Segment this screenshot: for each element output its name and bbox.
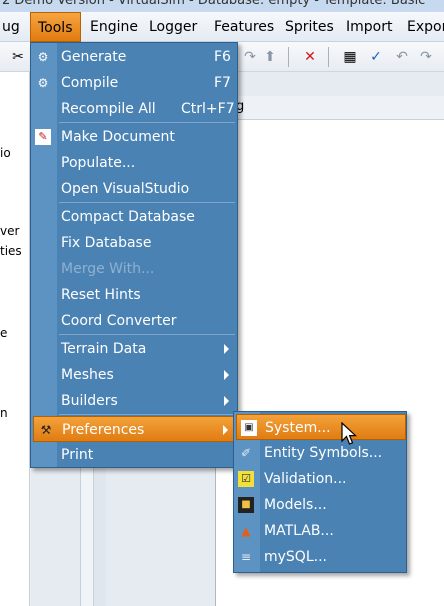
toolbar-separator bbox=[288, 47, 289, 67]
menu-item-label: Fix Database bbox=[61, 235, 152, 251]
menu-item-label: Validation... bbox=[264, 471, 347, 487]
menu-bar: ug Tools Engine Logger Features Sprites … bbox=[0, 12, 444, 42]
document-icon: ✎ bbox=[35, 129, 51, 145]
menu-export[interactable]: Expor bbox=[407, 12, 444, 42]
submenu-arrow-icon bbox=[224, 396, 229, 406]
menu-item-matlab[interactable]: ▲ MATLAB... bbox=[234, 518, 406, 544]
submenu-arrow-icon bbox=[224, 370, 229, 380]
system-icon: ▣ bbox=[241, 420, 257, 436]
entity-symbols-icon: ✐ bbox=[240, 446, 252, 460]
menu-item-label: Generate bbox=[61, 49, 127, 65]
menu-features[interactable]: Features bbox=[214, 12, 274, 42]
menu-item-mysql[interactable]: ≡ mySQL... bbox=[234, 544, 406, 570]
menu-item-reset-hints[interactable]: Reset Hints bbox=[31, 282, 237, 308]
menu-engine[interactable]: Engine bbox=[90, 12, 138, 42]
shortcut-label: Ctrl+F7 bbox=[181, 101, 235, 117]
menu-item-validation[interactable]: ☑ Validation... bbox=[234, 466, 406, 492]
redo-icon[interactable]: ↷ bbox=[416, 47, 436, 67]
mouse-cursor-icon bbox=[341, 422, 358, 445]
menu-item-label: Coord Converter bbox=[61, 313, 177, 329]
menu-item-label: Make Document bbox=[61, 129, 175, 145]
menu-item-recompile-all[interactable]: Recompile All Ctrl+F7 bbox=[31, 96, 237, 122]
menu-item-label: Models... bbox=[264, 497, 327, 513]
undo-icon[interactable]: ↶ bbox=[392, 47, 412, 67]
menu-item-label: Compile bbox=[61, 75, 119, 91]
tools-menu: ⚙ Generate F6 ⚙ Compile F7 Recompile All… bbox=[30, 42, 238, 468]
menu-import[interactable]: Import bbox=[346, 12, 392, 42]
toolbar-separator bbox=[328, 47, 329, 67]
menu-item-label: Merge With... bbox=[61, 261, 155, 277]
menu-separator bbox=[59, 414, 235, 415]
menu-item-meshes[interactable]: Meshes bbox=[31, 362, 237, 388]
matlab-icon: ▲ bbox=[241, 524, 251, 538]
menu-item-preferences[interactable]: ⚒ Preferences bbox=[33, 416, 237, 442]
menu-item-label: mySQL... bbox=[264, 549, 327, 565]
menu-item-merge-with: Merge With... bbox=[31, 256, 237, 282]
left-panel-text: ver bbox=[0, 224, 20, 238]
menu-item-label: Builders bbox=[61, 393, 118, 409]
delete-icon[interactable]: ✕ bbox=[300, 47, 320, 67]
menu-item-label: Open VisualStudio bbox=[61, 181, 190, 197]
tools-icon: ⚒ bbox=[40, 423, 52, 437]
menu-separator bbox=[59, 122, 235, 123]
menu-sprites[interactable]: Sprites bbox=[285, 12, 334, 42]
redo-icon[interactable]: ↷ bbox=[240, 47, 260, 67]
validation-icon: ☑ bbox=[238, 471, 254, 487]
up-arrow-icon[interactable]: ⬆ bbox=[260, 47, 280, 67]
menu-item-open-visualstudio[interactable]: Open VisualStudio bbox=[31, 176, 237, 202]
menu-item-models[interactable]: ■ Models... bbox=[234, 492, 406, 518]
menu-item-print[interactable]: Print bbox=[31, 442, 237, 468]
menu-item-generate[interactable]: ⚙ Generate F6 bbox=[31, 44, 237, 70]
menu-item-label: Populate... bbox=[61, 155, 136, 171]
menu-item-terrain-data[interactable]: Terrain Data bbox=[31, 336, 237, 362]
menu-item-label: Reset Hints bbox=[61, 287, 141, 303]
menu-item-label: System... bbox=[265, 420, 331, 436]
menu-logger[interactable]: Logger bbox=[149, 12, 197, 42]
menu-item-compact-database[interactable]: Compact Database bbox=[31, 204, 237, 230]
shortcut-label: F7 bbox=[214, 75, 231, 91]
menu-item-label: Entity Symbols... bbox=[264, 445, 383, 461]
menu-tools[interactable]: Tools bbox=[30, 12, 81, 42]
cut-icon[interactable]: ✂ bbox=[8, 47, 28, 67]
left-panel-text: e bbox=[0, 326, 8, 340]
menu-item-system[interactable]: ▣ System... bbox=[236, 414, 406, 440]
shortcut-label: F6 bbox=[214, 49, 231, 65]
menu-item-populate[interactable]: Populate... bbox=[31, 150, 237, 176]
menu-debug[interactable]: ug bbox=[2, 12, 20, 42]
menu-item-label: Preferences bbox=[62, 422, 145, 438]
preferences-submenu: ▣ System... ✐ Entity Symbols... ☑ Valida… bbox=[233, 411, 407, 573]
menu-separator bbox=[59, 202, 235, 203]
window-title: 2 Demo Version - VirtualSim - Database: … bbox=[2, 0, 426, 8]
generate-icon: ⚙ bbox=[37, 50, 49, 64]
menu-item-compile[interactable]: ⚙ Compile F7 bbox=[31, 70, 237, 96]
menu-item-entity-symbols[interactable]: ✐ Entity Symbols... bbox=[234, 440, 406, 466]
models-icon: ■ bbox=[238, 497, 254, 513]
menu-item-label: Meshes bbox=[61, 367, 114, 383]
menu-separator bbox=[59, 334, 235, 335]
left-panel-text: ties bbox=[0, 244, 22, 258]
menu-item-label: Print bbox=[61, 447, 94, 463]
menu-item-label: Recompile All bbox=[61, 101, 156, 117]
menu-item-fix-database[interactable]: Fix Database bbox=[31, 230, 237, 256]
left-panel-text: io bbox=[0, 146, 11, 160]
properties-icon[interactable]: ▦ bbox=[340, 47, 360, 67]
menu-item-label: MATLAB... bbox=[264, 523, 334, 539]
submenu-arrow-icon bbox=[223, 425, 228, 435]
left-panel: io ver ties e n bbox=[0, 72, 30, 606]
mysql-icon: ≡ bbox=[240, 550, 252, 564]
compile-icon: ⚙ bbox=[37, 76, 49, 90]
menu-item-builders[interactable]: Builders bbox=[31, 388, 237, 414]
menu-item-label: Terrain Data bbox=[61, 341, 147, 357]
check-icon[interactable]: ✓ bbox=[366, 47, 386, 67]
menu-item-label: Compact Database bbox=[61, 209, 195, 225]
left-panel-text: n bbox=[0, 406, 8, 420]
menu-item-coord-converter[interactable]: Coord Converter bbox=[31, 308, 237, 334]
title-bar: 2 Demo Version - VirtualSim - Database: … bbox=[0, 0, 444, 12]
submenu-arrow-icon bbox=[224, 344, 229, 354]
menu-item-make-document[interactable]: ✎ Make Document bbox=[31, 124, 237, 150]
